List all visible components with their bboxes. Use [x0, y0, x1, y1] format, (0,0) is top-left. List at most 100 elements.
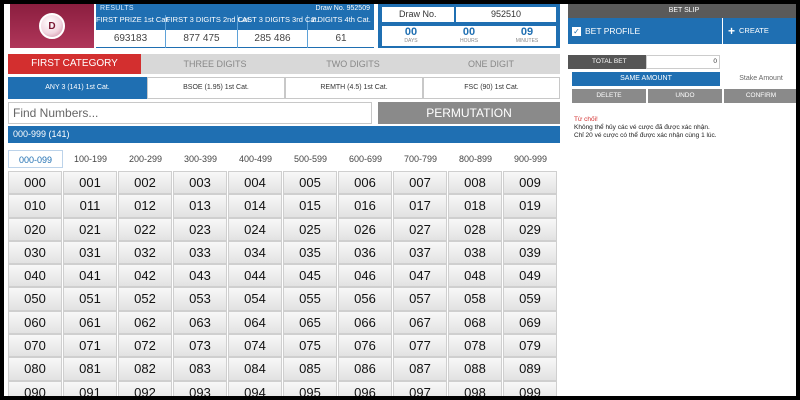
number-cell[interactable]: 075	[283, 334, 337, 358]
subtab-remth[interactable]: REMTH (4.5) 1st Cat.	[285, 77, 423, 99]
number-cell[interactable]: 000	[8, 171, 62, 195]
number-cell[interactable]: 068	[448, 310, 502, 335]
number-cell[interactable]: 014	[228, 194, 282, 218]
number-cell[interactable]: 023	[173, 217, 227, 241]
range-tab-600[interactable]: 600-699	[338, 150, 393, 168]
number-cell[interactable]: 003	[173, 171, 227, 195]
number-cell[interactable]: 046	[338, 264, 392, 288]
number-cell[interactable]: 002	[118, 171, 172, 195]
number-cell[interactable]: 008	[448, 171, 502, 195]
number-cell[interactable]: 092	[118, 380, 172, 396]
number-cell[interactable]: 009	[503, 171, 557, 195]
range-tab-900[interactable]: 900-999	[503, 150, 558, 168]
number-cell[interactable]: 033	[173, 240, 227, 265]
number-cell[interactable]: 049	[503, 264, 557, 288]
number-cell[interactable]: 039	[503, 240, 557, 265]
number-cell[interactable]: 011	[63, 194, 117, 218]
subtab-fsc[interactable]: FSC (90) 1st Cat.	[423, 77, 560, 99]
number-cell[interactable]: 030	[8, 240, 62, 265]
number-cell[interactable]: 018	[448, 194, 502, 218]
number-cell[interactable]: 019	[503, 194, 557, 218]
tab-two-digits[interactable]: TWO DIGITS	[284, 54, 422, 74]
number-cell[interactable]: 035	[283, 240, 337, 265]
number-cell[interactable]: 080	[8, 357, 62, 381]
same-amount-button[interactable]: SAME AMOUNT	[572, 72, 720, 86]
confirm-button[interactable]: CONFIRM	[724, 89, 796, 103]
tab-one-digit[interactable]: ONE DIGIT	[422, 54, 560, 74]
number-cell[interactable]: 099	[503, 380, 557, 396]
number-cell[interactable]: 047	[393, 264, 447, 288]
number-cell[interactable]: 088	[448, 357, 502, 381]
number-cell[interactable]: 070	[8, 334, 62, 358]
number-cell[interactable]: 022	[118, 217, 172, 241]
number-cell[interactable]: 077	[393, 334, 447, 358]
range-tab-200[interactable]: 200-299	[118, 150, 173, 168]
number-cell[interactable]: 084	[228, 357, 282, 381]
number-cell[interactable]: 016	[338, 194, 392, 218]
number-cell[interactable]: 007	[393, 171, 447, 195]
number-cell[interactable]: 062	[118, 310, 172, 335]
range-tab-000[interactable]: 000-099	[8, 150, 63, 168]
number-cell[interactable]: 053	[173, 287, 227, 311]
number-cell[interactable]: 090	[8, 380, 62, 396]
number-cell[interactable]: 010	[8, 194, 62, 218]
number-cell[interactable]: 021	[63, 217, 117, 241]
number-cell[interactable]: 063	[173, 310, 227, 335]
range-tab-700[interactable]: 700-799	[393, 150, 448, 168]
create-profile-button[interactable]: + CREATE PROFILE	[722, 18, 796, 61]
number-cell[interactable]: 048	[448, 264, 502, 288]
number-cell[interactable]: 015	[283, 194, 337, 218]
range-tab-500[interactable]: 500-599	[283, 150, 338, 168]
number-cell[interactable]: 025	[283, 217, 337, 241]
number-cell[interactable]: 065	[283, 310, 337, 335]
number-cell[interactable]: 083	[173, 357, 227, 381]
number-cell[interactable]: 060	[8, 310, 62, 335]
number-cell[interactable]: 081	[63, 357, 117, 381]
number-cell[interactable]: 054	[228, 287, 282, 311]
number-cell[interactable]: 020	[8, 217, 62, 241]
number-cell[interactable]: 017	[393, 194, 447, 218]
number-cell[interactable]: 036	[338, 240, 392, 265]
number-cell[interactable]: 013	[173, 194, 227, 218]
number-cell[interactable]: 057	[393, 287, 447, 311]
number-cell[interactable]: 087	[393, 357, 447, 381]
stake-amount-button[interactable]: Stake Amount	[722, 72, 796, 86]
number-cell[interactable]: 097	[393, 380, 447, 396]
subtab-bsoe[interactable]: BSOE (1.95) 1st Cat.	[147, 77, 285, 99]
number-cell[interactable]: 052	[118, 287, 172, 311]
number-cell[interactable]: 095	[283, 380, 337, 396]
delete-button[interactable]: DELETE	[572, 89, 646, 103]
number-cell[interactable]: 006	[338, 171, 392, 195]
number-cell[interactable]: 027	[393, 217, 447, 241]
number-cell[interactable]: 029	[503, 217, 557, 241]
number-cell[interactable]: 064	[228, 310, 282, 335]
range-tab-100[interactable]: 100-199	[63, 150, 118, 168]
number-cell[interactable]: 098	[448, 380, 502, 396]
range-tab-400[interactable]: 400-499	[228, 150, 283, 168]
number-cell[interactable]: 012	[118, 194, 172, 218]
number-cell[interactable]: 005	[283, 171, 337, 195]
number-cell[interactable]: 041	[63, 264, 117, 288]
checkbox-icon[interactable]: ✓	[572, 27, 581, 37]
tab-first-category[interactable]: FIRST CATEGORY	[8, 54, 141, 74]
number-cell[interactable]: 055	[283, 287, 337, 311]
number-cell[interactable]: 069	[503, 310, 557, 335]
tab-three-digits[interactable]: THREE DIGITS	[146, 54, 284, 74]
number-cell[interactable]: 026	[338, 217, 392, 241]
range-tab-800[interactable]: 800-899	[448, 150, 503, 168]
number-cell[interactable]: 091	[63, 380, 117, 396]
number-cell[interactable]: 078	[448, 334, 502, 358]
number-cell[interactable]: 044	[228, 264, 282, 288]
number-cell[interactable]: 001	[63, 171, 117, 195]
number-cell[interactable]: 079	[503, 334, 557, 358]
range-tab-300[interactable]: 300-399	[173, 150, 228, 168]
number-cell[interactable]: 071	[63, 334, 117, 358]
permutation-button[interactable]: PERMUTATION	[378, 102, 560, 124]
number-cell[interactable]: 031	[63, 240, 117, 265]
number-cell[interactable]: 072	[118, 334, 172, 358]
bet-profile-toggle[interactable]: ✓ BET PROFILE	[572, 23, 722, 39]
number-cell[interactable]: 074	[228, 334, 282, 358]
number-cell[interactable]: 066	[338, 310, 392, 335]
number-cell[interactable]: 073	[173, 334, 227, 358]
number-cell[interactable]: 093	[173, 380, 227, 396]
